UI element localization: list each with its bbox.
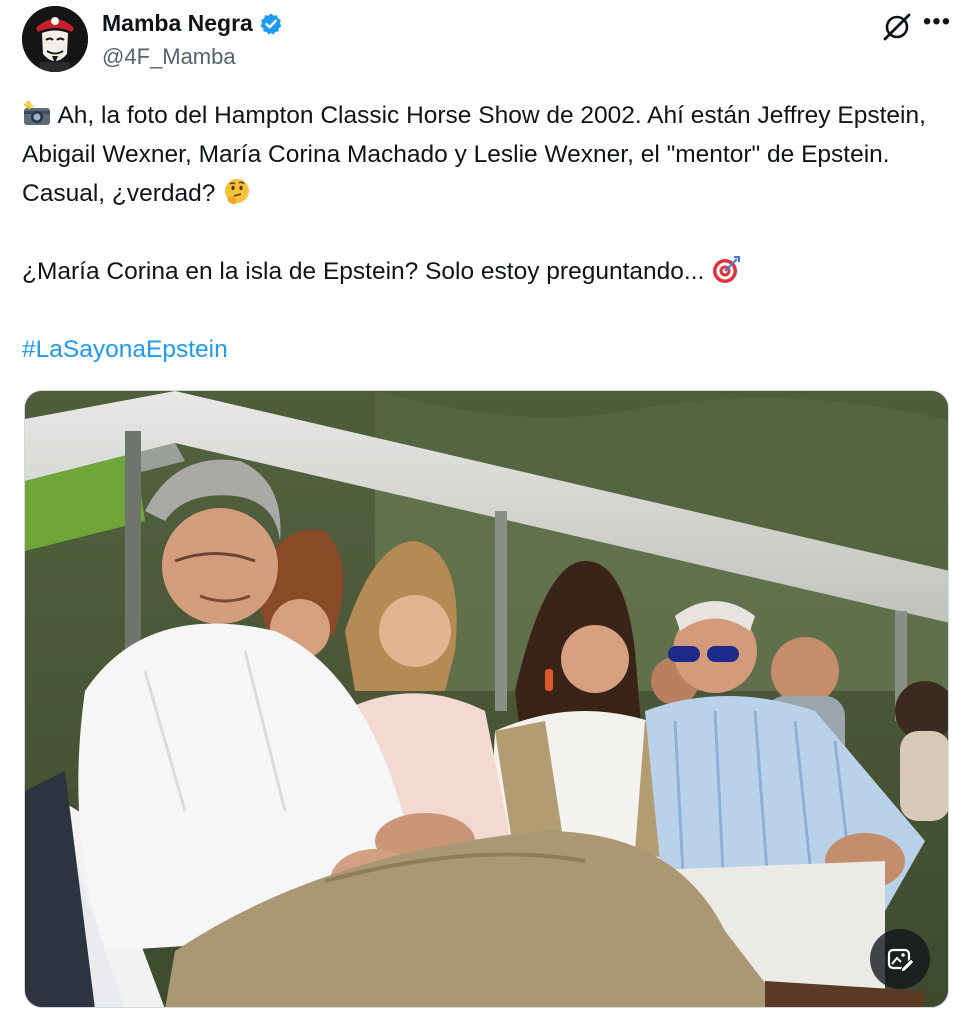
author-handle[interactable]: @4F_Mamba (102, 44, 236, 70)
image-edit-button[interactable] (870, 929, 930, 989)
event-photo-image (25, 391, 948, 1007)
camera-flash-emoji-icon (22, 100, 50, 125)
masked-face-avatar-icon (22, 6, 88, 72)
tweet-header: Mamba Negra @4F_Mamba ••• (22, 6, 952, 76)
tweet-photo[interactable] (24, 390, 949, 1008)
tweet-paragraph-2-text: ¿María Corina en la isla de Epstein? Sol… (22, 258, 705, 285)
verified-badge-icon (260, 13, 282, 35)
image-edit-icon (887, 948, 915, 973)
tweet-paragraph-1: Ah, la foto del Hampton Classic Horse Sh… (22, 96, 947, 213)
tweet-paragraph-2: ¿María Corina en la isla de Epstein? Sol… (22, 252, 947, 291)
more-icon[interactable]: ••• (922, 10, 952, 40)
tweet-text: Ah, la foto del Hampton Classic Horse Sh… (22, 96, 947, 369)
author-display-name[interactable]: Mamba Negra (102, 10, 253, 37)
hashtag-link[interactable]: #LaSayonaEpstein (22, 336, 228, 363)
tweet-hashtag-row: #LaSayonaEpstein (22, 330, 947, 369)
avatar[interactable] (22, 6, 88, 72)
tweet-paragraph-1-text: Ah, la foto del Hampton Classic Horse Sh… (22, 102, 926, 207)
author-name-row[interactable]: Mamba Negra (102, 10, 283, 37)
grok-icon[interactable] (880, 10, 914, 44)
direct-hit-emoji-icon (713, 256, 741, 283)
thinking-face-emoji-icon (225, 179, 250, 205)
